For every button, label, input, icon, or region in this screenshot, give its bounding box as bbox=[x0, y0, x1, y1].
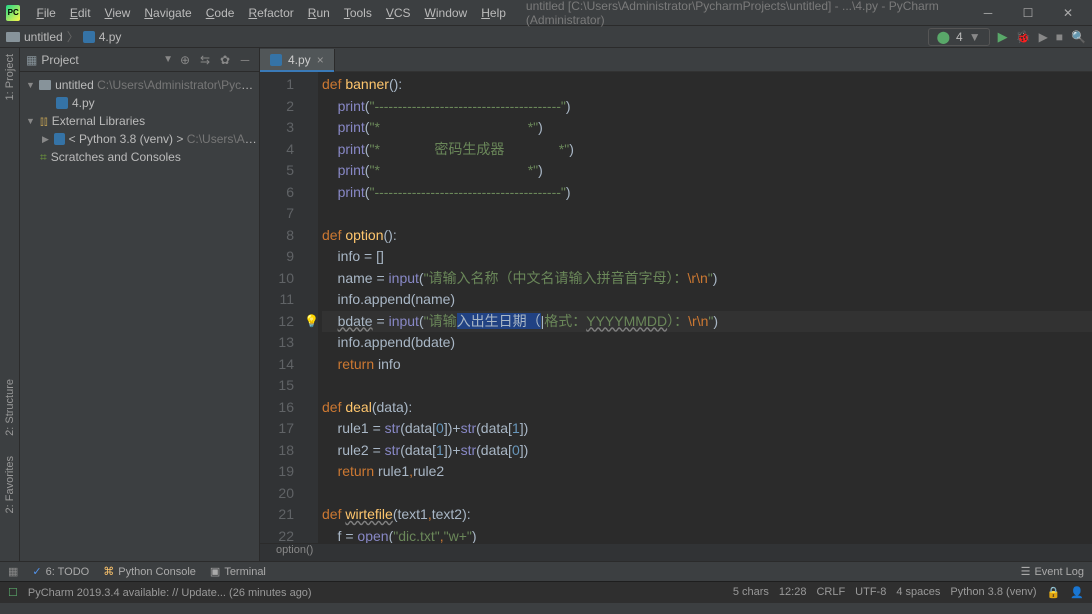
editor-tabs: 4.py × bbox=[260, 48, 1092, 72]
inspector-icon[interactable]: 👤 bbox=[1070, 586, 1084, 599]
debug-button[interactable]: 🐞 bbox=[1016, 30, 1031, 44]
python-file-icon bbox=[83, 31, 95, 43]
menu-edit[interactable]: Edit bbox=[64, 4, 97, 22]
stop-icon[interactable]: ■ bbox=[1056, 30, 1063, 44]
gear-icon[interactable]: ✿ bbox=[217, 53, 233, 67]
panel-title: Project bbox=[41, 53, 78, 67]
editor-breadcrumb[interactable]: option() bbox=[260, 543, 1092, 561]
run-more-icon[interactable]: ▶ bbox=[1039, 30, 1048, 44]
event-log[interactable]: ☰Event Log bbox=[1021, 565, 1084, 578]
navbar: untitled 〉 4.py ⬤ 4 ▼ ▶ 🐞 ▶ ■ 🔍 bbox=[0, 26, 1092, 48]
lock-icon[interactable]: 🔒 bbox=[1047, 586, 1061, 599]
tool-python-console[interactable]: ⌘Python Console bbox=[103, 565, 196, 578]
status-encoding[interactable]: UTF-8 bbox=[855, 586, 886, 599]
tree-item[interactable]: 4.py bbox=[20, 94, 259, 112]
menu-tools[interactable]: Tools bbox=[338, 4, 378, 22]
titlebar: PC FileEditViewNavigateCodeRefactorRunTo… bbox=[0, 0, 1092, 26]
code-area[interactable]: 1234567891011121314151617181920212223 💡 … bbox=[260, 72, 1092, 543]
project-tree[interactable]: ▼untitled C:\Users\Administrator\Pycharm… bbox=[20, 72, 259, 170]
file-crumb[interactable]: 4.py bbox=[99, 30, 122, 44]
editor-tab[interactable]: 4.py × bbox=[260, 49, 335, 71]
menu-code[interactable]: Code bbox=[200, 4, 241, 22]
project-icon: ▦ bbox=[26, 53, 37, 67]
status-icon: ☐ bbox=[8, 586, 18, 599]
project-crumb[interactable]: untitled bbox=[24, 30, 63, 44]
menu-vcs[interactable]: VCS bbox=[380, 4, 417, 22]
menu-window[interactable]: Window bbox=[419, 4, 474, 22]
tool-terminal[interactable]: ▣Terminal bbox=[210, 565, 266, 578]
search-icon[interactable]: 🔍 bbox=[1071, 30, 1086, 44]
tree-item[interactable]: ▼⫾⫾External Libraries bbox=[20, 112, 259, 130]
status-bar: ☐ PyCharm 2019.3.4 available: // Update.… bbox=[0, 581, 1092, 603]
menu-view[interactable]: View bbox=[99, 4, 137, 22]
tree-item[interactable]: ▼untitled C:\Users\Administrator\Pycharm… bbox=[20, 76, 259, 94]
menu-navigate[interactable]: Navigate bbox=[138, 4, 197, 22]
left-toolbar: 1: Project 2: Structure 2: Favorites bbox=[0, 48, 20, 561]
python-file-icon bbox=[270, 54, 282, 66]
minimize-button[interactable]: ─ bbox=[974, 6, 1002, 20]
tree-item[interactable]: ⌗Scratches and Consoles bbox=[20, 148, 259, 166]
window-title: untitled [C:\Users\Administrator\Pycharm… bbox=[526, 0, 974, 27]
maximize-button[interactable]: ☐ bbox=[1014, 6, 1042, 20]
run-button[interactable]: ▶ bbox=[998, 29, 1008, 45]
bottom-toolbar: ▦ ✓6: TODO ⌘Python Console ▣Terminal ☰Ev… bbox=[0, 561, 1092, 581]
stack-icon[interactable]: ▦ bbox=[8, 565, 18, 578]
close-tab-icon[interactable]: × bbox=[317, 53, 324, 67]
menu-help[interactable]: Help bbox=[475, 4, 512, 22]
intention-bulb-icon[interactable]: 💡 bbox=[304, 311, 319, 333]
line-gutter: 1234567891011121314151617181920212223 bbox=[260, 72, 302, 543]
window-controls: ─ ☐ ✕ bbox=[974, 6, 1086, 20]
tab-structure[interactable]: 2: Structure bbox=[2, 377, 18, 438]
status-lineend[interactable]: CRLF bbox=[816, 586, 845, 599]
status-chars: 5 chars bbox=[733, 586, 769, 599]
breadcrumb[interactable]: untitled 〉 4.py bbox=[6, 28, 121, 45]
tab-favorites[interactable]: 2: Favorites bbox=[2, 454, 18, 515]
status-indent[interactable]: 4 spaces bbox=[896, 586, 940, 599]
close-button[interactable]: ✕ bbox=[1054, 6, 1082, 20]
collapse-icon[interactable]: ⇆ bbox=[197, 53, 213, 67]
status-interpreter[interactable]: Python 3.8 (venv) bbox=[950, 586, 1036, 599]
tree-item[interactable]: ▶< Python 3.8 (venv) > C:\Users\Administ… bbox=[20, 130, 259, 148]
run-config-name: 4 bbox=[956, 30, 963, 44]
code-text[interactable]: def banner(): print("-------------------… bbox=[318, 72, 1092, 543]
status-update[interactable]: PyCharm 2019.3.4 available: // Update...… bbox=[28, 587, 312, 599]
gutter-icons: 💡 bbox=[302, 72, 318, 543]
tool-todo[interactable]: ✓6: TODO bbox=[32, 565, 89, 578]
run-config-selector[interactable]: ⬤ 4 ▼ bbox=[928, 28, 990, 46]
menu-run[interactable]: Run bbox=[302, 4, 336, 22]
main-menu: FileEditViewNavigateCodeRefactorRunTools… bbox=[30, 4, 511, 22]
target-icon[interactable]: ⊕ bbox=[177, 53, 193, 67]
editor: 4.py × 123456789101112131415161718192021… bbox=[260, 48, 1092, 561]
tab-project[interactable]: 1: Project bbox=[2, 52, 18, 102]
hide-icon[interactable]: ─ bbox=[237, 53, 253, 67]
menu-file[interactable]: File bbox=[30, 4, 61, 22]
tab-filename: 4.py bbox=[288, 53, 311, 67]
pycharm-logo-icon: PC bbox=[6, 5, 20, 21]
menu-refactor[interactable]: Refactor bbox=[242, 4, 299, 22]
status-pos: 12:28 bbox=[779, 586, 807, 599]
folder-icon bbox=[6, 32, 20, 42]
project-panel: ▦ Project ▼ ⊕ ⇆ ✿ ─ ▼untitled C:\Users\A… bbox=[20, 48, 260, 561]
